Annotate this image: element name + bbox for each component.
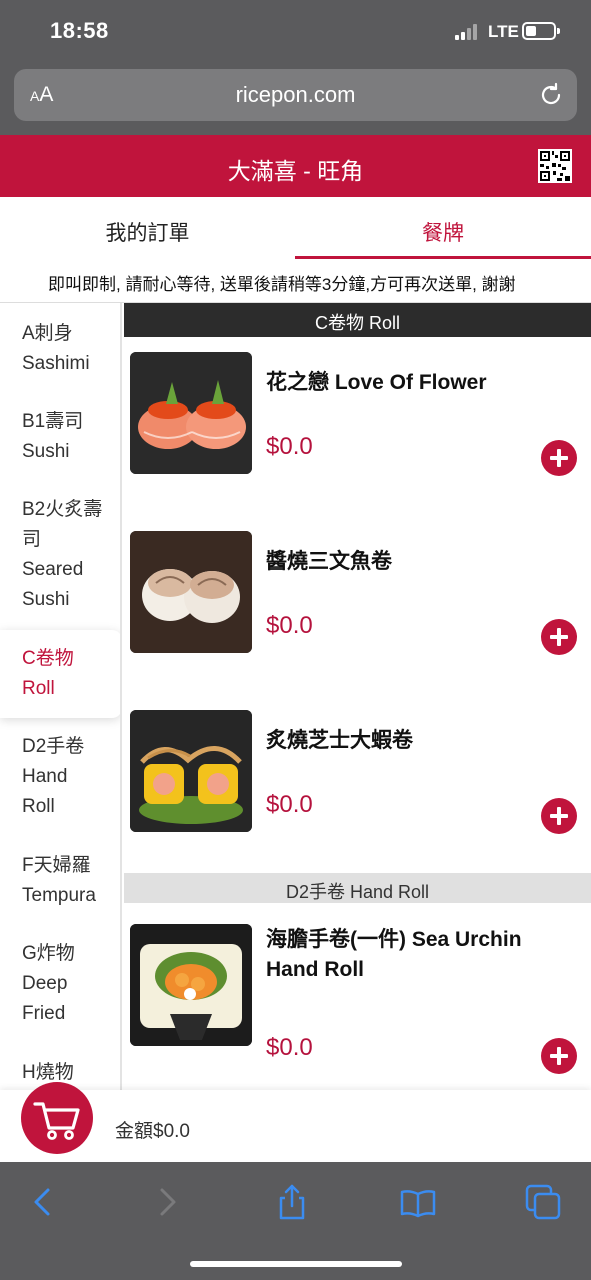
category-label: Tempura — [22, 885, 96, 906]
bookmarks-icon[interactable] — [398, 1182, 438, 1222]
item-name: 醬燒三文魚卷 — [266, 550, 392, 573]
cart-button[interactable] — [21, 1082, 93, 1154]
food-photo — [130, 531, 252, 653]
restaurant-header: 大滿喜 - 旺角 — [0, 135, 591, 197]
category-label: B2火炙壽 — [22, 499, 103, 520]
category-label: B1壽司 — [22, 411, 84, 432]
menu-content: A刺身 Sashimi B1壽司 Sushi B2火炙壽 司 Seared Su… — [0, 302, 591, 1162]
category-label: Hand — [22, 766, 68, 787]
item-name-line: 海膽手卷(一件) Sea Urchin — [266, 928, 522, 951]
category-sidebar: A刺身 Sashimi B1壽司 Sushi B2火炙壽 司 Seared Su… — [0, 303, 122, 1162]
add-to-cart-button[interactable] — [541, 440, 577, 476]
food-photo — [130, 924, 252, 1046]
clock: 18:58 — [50, 18, 109, 43]
category-deep-fried[interactable]: G炸物 Deep Fried — [0, 939, 120, 1029]
signal-icon — [455, 24, 483, 40]
category-hand-roll[interactable]: D2手卷 Hand Roll — [0, 732, 120, 822]
share-icon[interactable] — [272, 1182, 312, 1222]
category-label: Deep — [22, 973, 68, 994]
category-label: A刺身 — [22, 323, 73, 344]
item-price: $0.0 — [266, 791, 313, 818]
category-label: Sushi — [22, 441, 70, 462]
category-sushi[interactable]: B1壽司 Sushi — [0, 407, 120, 467]
category-sashimi[interactable]: A刺身 Sashimi — [0, 319, 120, 379]
back-icon[interactable] — [22, 1182, 62, 1222]
tab-my-orders[interactable]: 我的訂單 — [0, 197, 295, 259]
item-price: $0.0 — [266, 1034, 313, 1061]
menu-item[interactable]: 海膽手卷(一件) Sea Urchin Hand Roll $0.0 — [124, 924, 591, 1074]
status-bar: 18:58 LTE — [0, 0, 591, 64]
add-to-cart-button[interactable] — [541, 1038, 577, 1074]
tabs-icon[interactable] — [523, 1182, 563, 1222]
web-page: 大滿喜 - 旺角 我的訂單 餐牌 即叫即制, 請耐心等待, 送單後請稍等3分鐘,… — [0, 135, 591, 1162]
item-price: $0.0 — [266, 433, 313, 460]
category-roll[interactable]: C卷物 Roll — [0, 630, 120, 718]
category-tempura[interactable]: F天婦羅 Tempura — [0, 851, 120, 911]
address-bar[interactable]: AA ricepon.com — [14, 69, 577, 121]
category-label: Roll — [22, 796, 55, 817]
category-label: Seared — [22, 559, 84, 580]
category-label: Fried — [22, 1003, 66, 1024]
menu-item[interactable]: 炙燒芝士大蝦卷 $0.0 — [124, 710, 591, 834]
food-photo — [130, 352, 252, 474]
battery-icon — [522, 22, 560, 40]
section-header-roll: C卷物 Roll — [124, 303, 591, 337]
food-photo — [130, 710, 252, 832]
category-label: 司 — [22, 529, 42, 550]
restaurant-title: 大滿喜 - 旺角 — [227, 158, 364, 184]
tab-menu-label: 餐牌 — [422, 222, 464, 245]
add-to-cart-button[interactable] — [541, 619, 577, 655]
section-header-hand-roll: D2手卷 Hand Roll — [124, 873, 591, 903]
category-label: C卷物 — [22, 648, 74, 669]
item-name-line: Hand Roll — [266, 958, 364, 981]
category-label: Sashimi — [22, 353, 90, 374]
add-to-cart-button[interactable] — [541, 798, 577, 834]
menu-item[interactable]: 花之戀 Love Of Flower $0.0 — [124, 352, 591, 476]
category-label: Sushi — [22, 589, 70, 610]
item-price: $0.0 — [266, 612, 313, 639]
menu-list: C卷物 Roll 花之戀 Love Of Flower $0.0 醬燒三文魚卷 … — [124, 303, 591, 1162]
network-label: LTE — [488, 22, 519, 41]
reload-icon[interactable] — [537, 81, 565, 109]
forward-icon — [160, 1188, 176, 1216]
tab-menu[interactable]: 餐牌 — [295, 197, 591, 259]
item-name: 海膽手卷(一件) Sea Urchin Hand Roll — [266, 925, 566, 985]
cart-total: 金額$0.0 — [115, 1121, 190, 1142]
category-label: D2手卷 — [22, 736, 85, 757]
active-tab-indicator — [295, 256, 591, 259]
category-label: Roll — [22, 678, 55, 699]
home-indicator[interactable] — [190, 1261, 402, 1267]
category-label: F天婦羅 — [22, 855, 91, 876]
order-notice: 即叫即制, 請耐心等待, 送單後請稍等3分鐘,方可再次送單, 謝謝 — [48, 275, 516, 294]
item-name: 花之戀 Love Of Flower — [266, 371, 487, 394]
qr-code-icon[interactable] — [538, 149, 572, 183]
menu-item[interactable]: 醬燒三文魚卷 $0.0 — [124, 531, 591, 655]
category-seared-sushi[interactable]: B2火炙壽 司 Seared Sushi — [0, 495, 120, 615]
shopping-cart-icon — [33, 1102, 80, 1140]
url-text[interactable]: ricepon.com — [14, 82, 577, 108]
main-tabs: 我的訂單 餐牌 — [0, 197, 591, 259]
category-label: G炸物 — [22, 943, 75, 964]
item-name: 炙燒芝士大蝦卷 — [266, 729, 413, 752]
